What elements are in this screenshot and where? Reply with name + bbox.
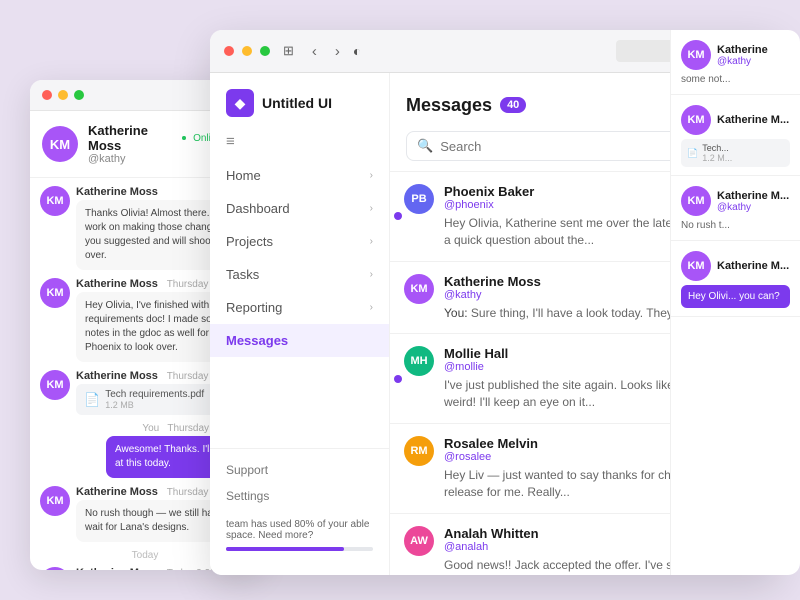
chevron-icon: › [370,302,373,313]
avatar: KM [40,370,70,400]
chevron-icon: › [370,236,373,247]
avatar: KM [42,126,78,162]
sidebar-item-home[interactable]: Home › [210,159,389,192]
avatar: RM [404,436,434,466]
maximize-dot [74,90,84,100]
avatar: KM [681,105,711,135]
sidebar-item-projects[interactable]: Projects › [210,225,389,258]
app-name: Untitled UI [262,95,332,111]
avatar: KM [681,40,711,70]
chevron-icon: › [370,170,373,181]
sidebar-bottom: Support Settings team has used 80% of yo… [210,448,389,559]
close-dot [42,90,52,100]
right-thread[interactable]: KM Katherine M... 📄 Tech... 1.2 M... [671,95,800,176]
storage-section: team has used 80% of your able space. Ne… [226,519,373,551]
minimize-dot [58,90,68,100]
chevron-icon: › [370,269,373,280]
chevron-icon: › [370,203,373,214]
sent-bubble: Hey Olivi... you can? [681,285,790,308]
sidebar-item-support[interactable]: Support [226,457,373,483]
storage-fill [226,547,344,551]
avatar: AW [404,526,434,556]
chat-user-name: Katherine Moss Online [88,123,222,153]
maximize-dot[interactable] [260,46,270,56]
sidebar-item-dashboard[interactable]: Dashboard › [210,192,389,225]
grid-view-button[interactable]: ⊞ [278,41,299,61]
minimize-dot[interactable] [242,46,252,56]
avatar: KM [681,251,711,281]
avatar: KM [40,486,70,516]
storage-bar [226,547,373,551]
search-icon: 🔍 [417,138,433,154]
back-button[interactable]: ‹ [307,41,322,62]
sidebar-item-settings[interactable]: Settings [226,483,373,509]
sidebar-item-messages[interactable]: Messages [210,324,389,357]
right-thread[interactable]: KM Katherine @kathy some not... [671,30,800,95]
sidebar-logo: ◆ Untitled UI [210,89,389,133]
sidebar-item-reporting[interactable]: Reporting › [210,291,389,324]
avatar: PB [404,184,434,214]
unread-indicator [394,375,402,383]
close-dot[interactable] [224,46,234,56]
sidebar-item-tasks[interactable]: Tasks › [210,258,389,291]
chat-user-handle: @kathy [88,153,222,165]
file-attachment: 📄 Tech... 1.2 M... [681,139,790,167]
messages-title: Messages [406,95,492,116]
avatar: KM [681,186,711,216]
online-indicator [180,134,188,142]
avatar: KM [40,278,70,308]
brightness-icon[interactable]: ◐ [353,43,361,59]
sidebar-nav: Home › Dashboard › Projects › Tasks › Re… [210,159,389,448]
messages-count-badge: 40 [500,97,526,113]
sidebar: ◆ Untitled UI ≡ Home › Dashboard › Proje… [210,73,390,575]
right-panel: KM Katherine @kathy some not... KM Kathe… [670,30,800,575]
avatar: KM [40,186,70,216]
logo-icon: ◆ [226,89,254,117]
right-thread[interactable]: KM Katherine M... @kathy No rush t... [671,176,800,241]
right-thread[interactable]: KM Katherine M... Hey Olivi... you can? [671,241,800,317]
file-icon: 📄 [687,148,698,159]
avatar: KM [404,274,434,304]
hamburger-area: ≡ [210,133,389,151]
file-icon: 📄 [84,392,100,408]
hamburger-icon[interactable]: ≡ [226,133,235,150]
avatar: MH [404,346,434,376]
messages-title-area: Messages 40 [406,95,526,116]
forward-button[interactable]: › [330,41,345,62]
unread-indicator [394,212,402,220]
avatar: KM [40,567,70,570]
